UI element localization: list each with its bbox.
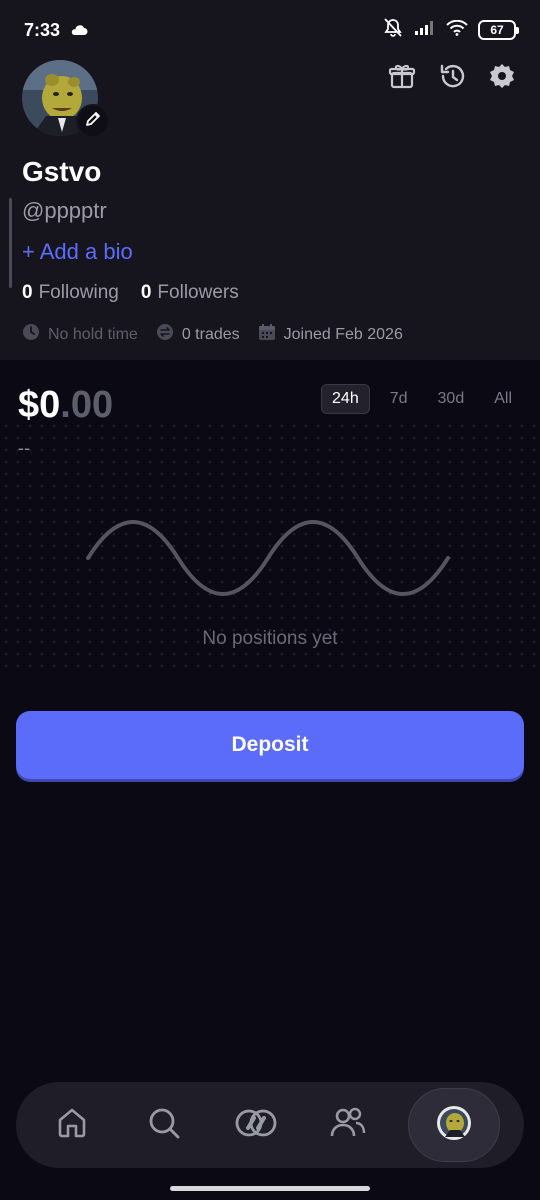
search-icon [147,1106,181,1145]
following-label: Following [38,282,119,303]
header-actions [388,62,516,90]
balance-main: $0 [18,384,61,426]
status-time: 7:33 [24,19,61,40]
followers-count: 0 [140,282,152,303]
swap-icon [156,323,174,346]
wifi-icon [446,19,468,41]
balance-cents: .00 [60,384,114,426]
home-indicator[interactable] [170,1186,370,1191]
joined-text: Joined Feb 2026 [283,325,403,343]
range-tab-all[interactable]: All [484,385,522,413]
mute-icon [382,17,404,43]
range-tabs: 24h 7d 30d All [321,384,522,414]
follow-stats: 0 Following 0 Followers [22,282,239,304]
following-count: 0 [22,282,33,303]
battery-level: 67 [490,23,504,37]
range-tab-30d[interactable]: 30d [428,385,475,413]
battery-icon: 67 [478,20,519,40]
hold-time-meta: No hold time [22,323,138,346]
display-name: Gstvo [22,156,102,187]
avatar-container[interactable] [22,60,110,144]
profile-meta: No hold time 0 trades Joined Feb 2026 [22,323,403,346]
portfolio-section: $0.00 -- 24h 7d 30d All No positions yet [0,360,540,680]
settings-icon[interactable] [488,62,516,90]
nav-friends[interactable] [316,1093,380,1157]
nav-trade[interactable] [224,1093,288,1157]
edit-avatar-button[interactable] [76,104,110,138]
deposit-button[interactable]: Deposit [16,711,524,779]
history-icon[interactable] [438,62,466,90]
range-tab-7d[interactable]: 7d [380,385,418,413]
add-bio-link[interactable]: + Add a bio [22,239,133,265]
trade-icon [234,1108,278,1143]
bottom-nav [16,1082,524,1168]
following-stat[interactable]: 0 Following [22,282,119,304]
signal-icon [414,20,436,41]
followers-label: Followers [157,282,239,303]
friends-icon [330,1106,366,1145]
hold-time-text: No hold time [48,325,138,343]
range-tab-24h[interactable]: 24h [321,384,370,414]
balance-change: -- [18,438,30,458]
cloud-icon [70,20,88,41]
nav-search[interactable] [132,1093,196,1157]
followers-stat[interactable]: 0 Followers [141,282,239,304]
scroll-indicator [9,198,12,288]
joined-meta: Joined Feb 2026 [258,323,403,346]
status-bar: 7:33 67 [0,0,540,60]
portfolio-balance: $0.00 [18,384,113,427]
clock-icon [22,323,40,346]
empty-positions-text: No positions yet [202,628,338,649]
nav-profile[interactable] [408,1088,500,1162]
trades-text: 0 trades [181,325,240,343]
home-icon [55,1106,89,1145]
nav-home[interactable] [40,1093,104,1157]
user-handle: @pppptr [22,198,107,223]
pencil-icon [84,110,102,133]
profile-header: Gstvo @pppptr + Add a bio 0 Following 0 Fo… [0,60,540,360]
calendar-icon [258,323,276,346]
profile-avatar-icon [436,1105,472,1146]
empty-wave-illustration [86,520,450,596]
trades-meta: 0 trades [156,323,240,346]
gift-icon[interactable] [388,62,416,90]
